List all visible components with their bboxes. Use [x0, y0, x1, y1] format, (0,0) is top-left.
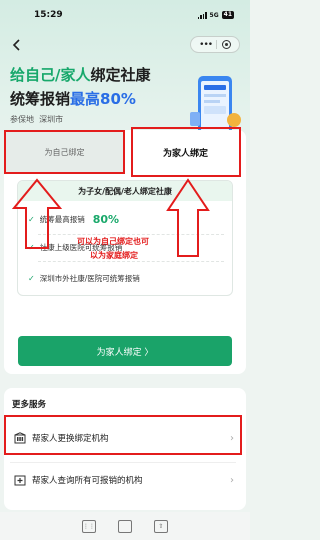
- query-institutions-item[interactable]: 帮家人查询所有可报销的机构 ›: [4, 462, 246, 498]
- signal-icon: [197, 11, 207, 19]
- split-view-icon[interactable]: ⋮⋮: [82, 519, 96, 533]
- fullscreen-icon[interactable]: [118, 519, 132, 533]
- hospital-icon: [14, 475, 26, 486]
- check-icon: ✓: [28, 274, 35, 283]
- network-type: 5G: [209, 11, 219, 19]
- status-time: 15:29: [34, 10, 63, 20]
- close-circle-icon[interactable]: [221, 40, 231, 49]
- back-arrow-icon[interactable]: [10, 38, 24, 52]
- nav-bar: •••: [0, 32, 250, 58]
- page-title: 给自己/家人绑定社康 统筹报销最高80%: [10, 66, 151, 108]
- more-services-title: 更多服务: [12, 400, 47, 410]
- status-icons: 5G 41: [197, 11, 234, 19]
- change-binding-item[interactable]: 帮家人更换绑定机构 ›: [4, 420, 246, 456]
- insured-region: 参保地 深圳市: [10, 115, 64, 124]
- benefit-row: ✓ 深圳市外社康/医院可统筹报销: [28, 274, 140, 283]
- chevron-right-icon: ›: [230, 474, 234, 486]
- annotation-note: 可以为自己绑定也可: [77, 237, 149, 246]
- annotation-arrow-up-icon: [11, 178, 63, 249]
- annotation-arrow-up-icon: [166, 178, 210, 257]
- mini-program-capsule: •••: [190, 36, 240, 53]
- more-dots-icon[interactable]: •••: [199, 40, 213, 49]
- bind-family-button[interactable]: 为家人绑定 〉: [18, 336, 232, 366]
- chevron-right-icon: ›: [230, 432, 234, 444]
- bottom-toolbar: ⋮⋮ ⇧: [0, 512, 250, 540]
- tab-bind-family[interactable]: 为家人绑定: [125, 130, 246, 174]
- share-icon[interactable]: ⇧: [154, 519, 168, 533]
- battery-icon: 41: [221, 11, 234, 19]
- building-icon: [14, 432, 26, 444]
- status-bar: 15:29 5G 41: [0, 0, 250, 30]
- tab-bind-self[interactable]: 为自己绑定: [4, 130, 125, 174]
- more-services-card: 更多服务 帮家人更换绑定机构 › 帮家人查询所有可报销的机构 ›: [4, 388, 246, 510]
- annotation-note: 以为家庭绑定: [90, 251, 138, 260]
